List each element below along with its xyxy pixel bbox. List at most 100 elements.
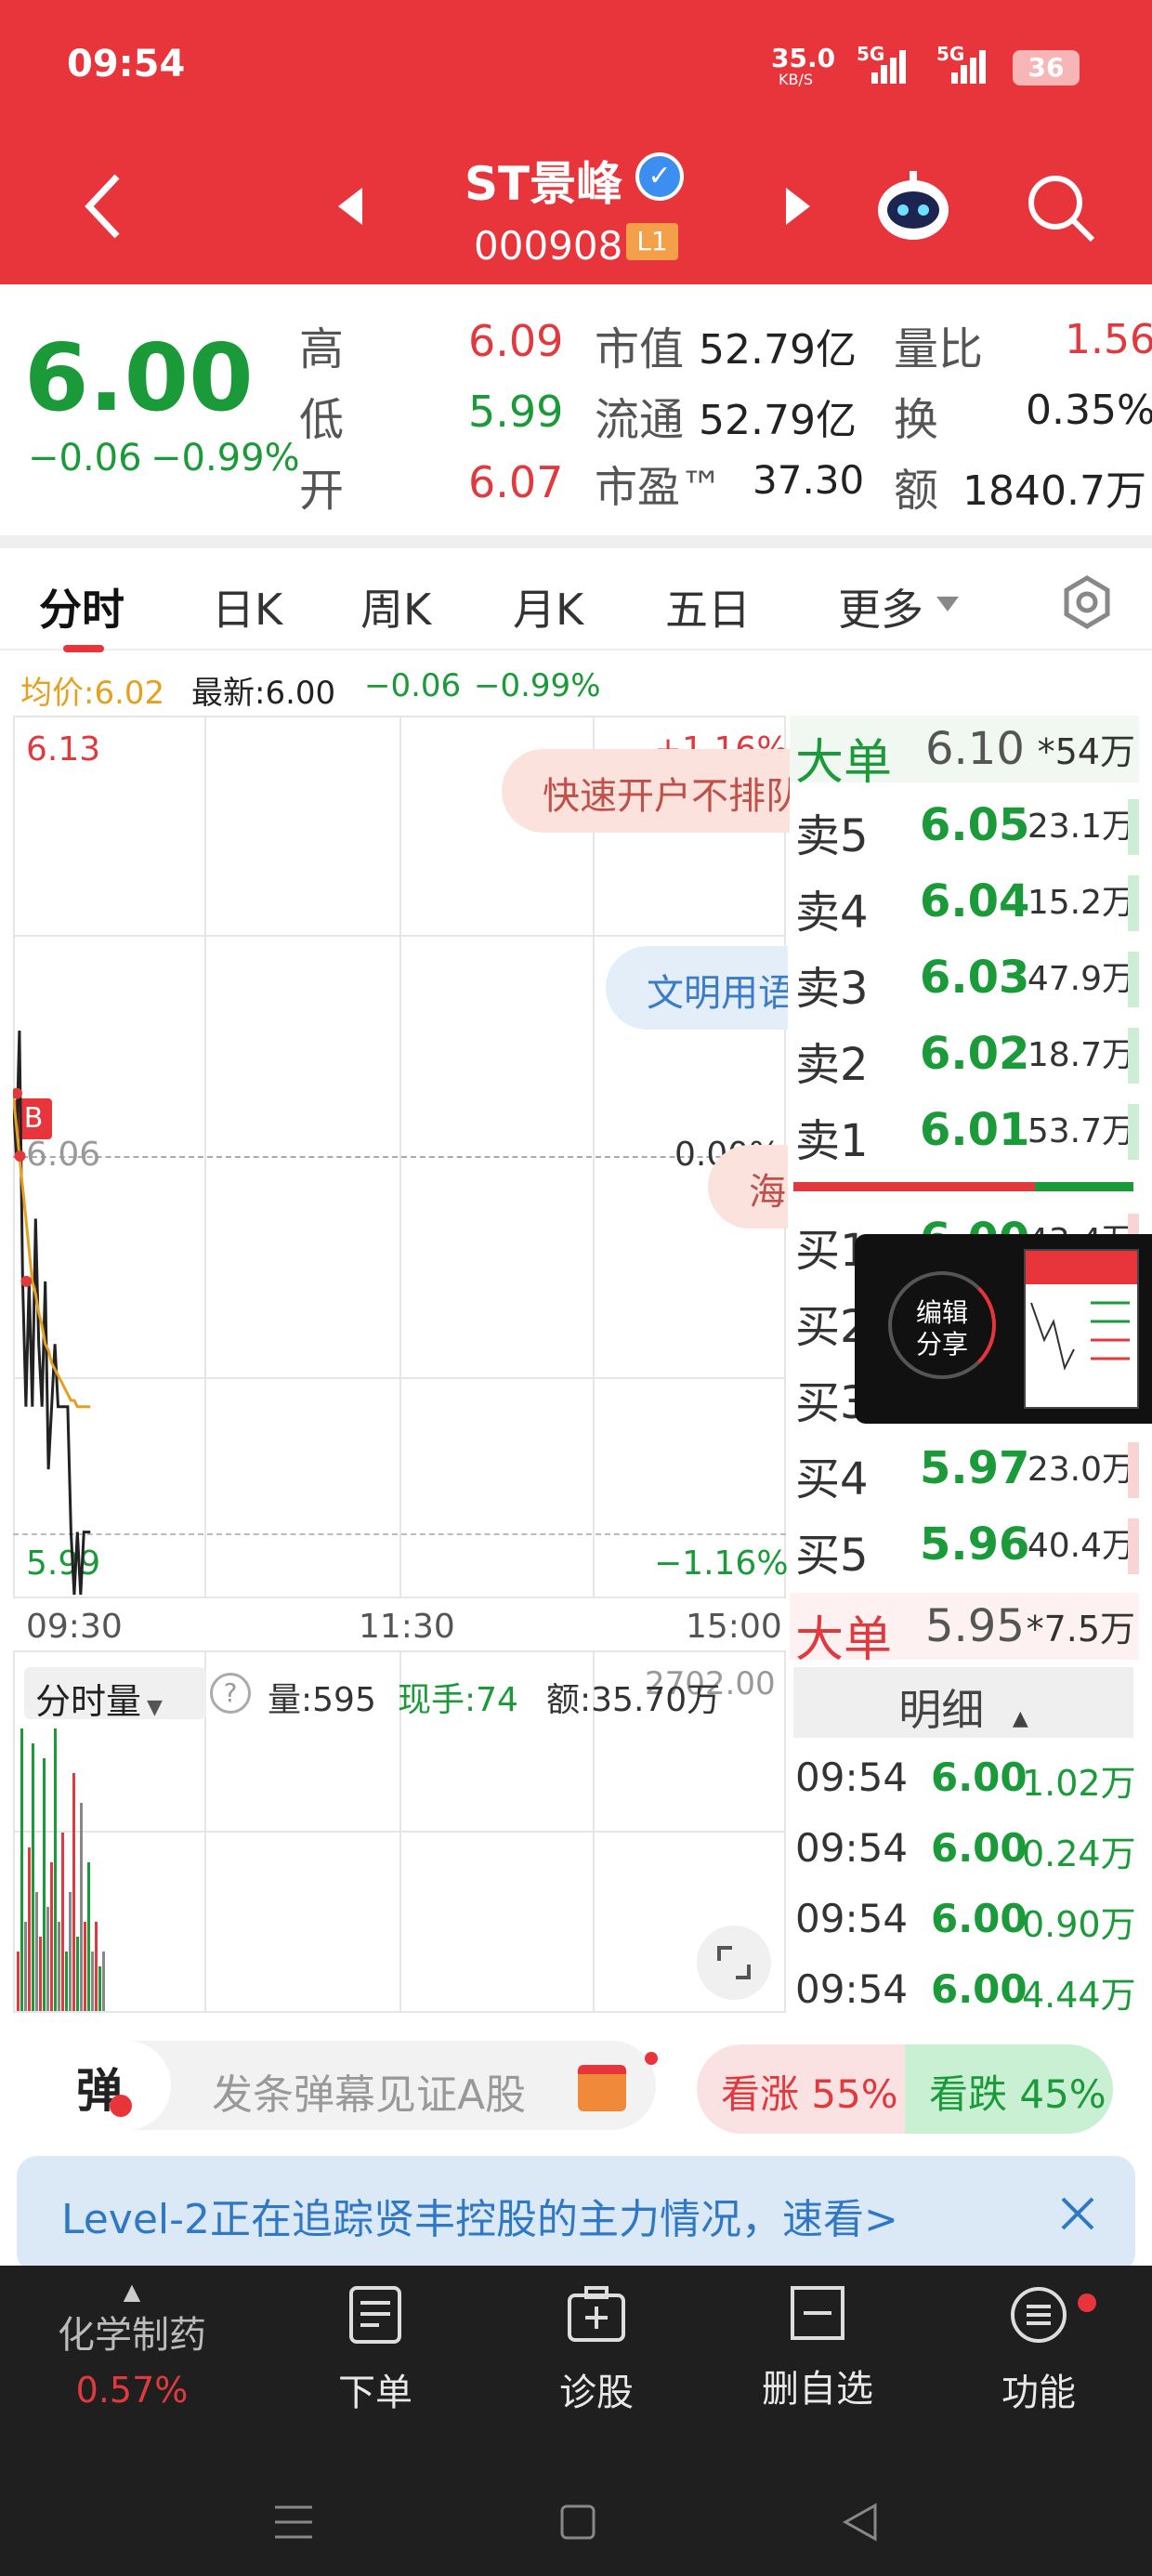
big-buy-vol: *7.5万 xyxy=(1026,1609,1135,1649)
system-home-icon[interactable] xyxy=(559,2504,596,2541)
mcap-label: 市值 xyxy=(595,323,685,375)
price-change: −0.06 xyxy=(28,437,142,480)
low-label: 低 xyxy=(299,394,345,446)
ask-price: 6.05 xyxy=(920,799,1030,851)
ask-volume-bar xyxy=(1128,799,1139,855)
price-change-pct: −0.99% xyxy=(151,437,300,480)
chart-tabs: 分时 日K 周K 月K 五日 更多 xyxy=(0,548,1152,652)
ask-volume: 23.1万 xyxy=(1027,808,1135,846)
active-tab-indicator xyxy=(63,645,104,652)
ask-row: 卖4 6.04 15.2万 xyxy=(790,868,1139,939)
trade-detail-header[interactable]: 明细 ▲ xyxy=(793,1667,1133,1738)
ask-row: 卖5 6.05 23.1万 xyxy=(790,792,1139,862)
settings-icon[interactable] xyxy=(1059,574,1115,630)
turnover-label: 换 xyxy=(894,394,939,446)
banner-text[interactable]: Level-2正在追踪贤丰控股的主力情况，速看> xyxy=(61,2186,898,2245)
volume-bar xyxy=(95,1922,98,2011)
volume-bar xyxy=(72,1773,75,2011)
volume-bar xyxy=(61,1833,64,2011)
trade-price: 6.00 xyxy=(931,1896,1028,1941)
sector-pct: 0.57% xyxy=(75,2370,189,2411)
signal-icon xyxy=(871,50,909,87)
gift-icon[interactable] xyxy=(578,2065,626,2111)
danmu-input[interactable]: 弹 发条弹幕见证A股 xyxy=(39,2041,656,2130)
social-bar: 弹 发条弹幕见证A股 看涨 55% 看跌 45% xyxy=(0,2026,1152,2147)
big-sell-label: 大单 xyxy=(795,735,893,791)
ask-price: 6.03 xyxy=(920,952,1030,1004)
volume-bar xyxy=(50,1862,53,2011)
bottom-nav: ▲ 化学制药 0.57% 下单 诊股 删自选 功能 xyxy=(0,2266,1152,2576)
tab-more[interactable]: 更多 xyxy=(838,576,923,637)
caret-down-icon[interactable] xyxy=(935,595,961,613)
ask-volume-bar xyxy=(1128,952,1139,1007)
signal-icon-2 xyxy=(951,50,988,87)
ask-row: 卖2 6.02 18.7万 xyxy=(790,1020,1139,1091)
trade-volume: 4.44万 xyxy=(1022,1975,1136,2016)
bid-label: 买4 xyxy=(795,1453,869,1505)
menu-icon xyxy=(1011,2287,1067,2343)
nav-diagnose[interactable]: 诊股 xyxy=(504,2284,689,2416)
latest-change-pct: −0.99% xyxy=(474,667,601,704)
tab-intraday[interactable]: 分时 xyxy=(39,576,124,637)
float-value: 52.79亿 xyxy=(699,397,857,444)
ask-price: 6.02 xyxy=(920,1028,1030,1080)
sector-item[interactable]: ▲ 化学制药 0.57% xyxy=(39,2279,225,2411)
mcap-value: 52.79亿 xyxy=(699,326,857,374)
price-line-chart xyxy=(13,1031,91,1596)
tab-five-day[interactable]: 五日 xyxy=(665,576,751,637)
nav-remove-watchlist[interactable]: 删自选 xyxy=(725,2284,910,2412)
current-price: 6.00 xyxy=(24,323,254,432)
nav-diagnose-label: 诊股 xyxy=(559,2372,634,2414)
net-speed-unit: KB/S xyxy=(779,71,814,88)
volume-bar xyxy=(46,1907,49,2011)
status-time: 09:54 xyxy=(67,43,186,85)
time-axis-start: 09:30 xyxy=(26,1608,123,1646)
bid-row: 买4 5.97 23.0万 xyxy=(790,1435,1139,1505)
trade-volume: 0.24万 xyxy=(1022,1833,1136,1874)
back-icon[interactable] xyxy=(80,169,126,243)
volume-bar xyxy=(69,1892,72,2011)
level2-banner[interactable]: Level-2正在追踪贤丰控股的主力情况，速看> xyxy=(17,2156,1135,2273)
nav-order[interactable]: 下单 xyxy=(282,2284,468,2416)
bid-label: 买5 xyxy=(795,1530,869,1582)
big-buy-label: 大单 xyxy=(795,1612,893,1668)
volume-bar xyxy=(20,1728,23,2011)
volume-bar xyxy=(43,1758,46,2011)
sector-name: 化学制药 xyxy=(58,2314,206,2357)
close-icon[interactable] xyxy=(1057,2193,1098,2234)
bullish-vote-button[interactable]: 看涨 55% xyxy=(697,2044,905,2134)
tab-weekly-k[interactable]: 周K xyxy=(360,576,431,637)
tab-monthly-k[interactable]: 月K xyxy=(513,576,583,637)
high-value: 6.09 xyxy=(468,316,564,366)
chart-info-line: 均价:6.02 最新:6.00 −0.06 −0.99% xyxy=(0,654,790,716)
tab-daily-k[interactable]: 日K xyxy=(212,576,282,637)
volume-bar xyxy=(17,1952,20,2011)
nav-functions[interactable]: 功能 xyxy=(946,2284,1132,2416)
next-stock-icon[interactable] xyxy=(784,186,812,227)
system-back-icon[interactable] xyxy=(842,2502,879,2543)
danmu-icon[interactable]: 弹 xyxy=(39,2041,171,2130)
screenshot-thumbnail[interactable] xyxy=(1024,1249,1139,1409)
ask-label: 卖5 xyxy=(795,810,869,862)
trade-price: 6.00 xyxy=(931,1825,1028,1871)
share-float-panel[interactable]: 编辑 分享 xyxy=(855,1234,1152,1424)
float-label: 流通 xyxy=(595,394,685,446)
search-icon[interactable] xyxy=(1024,171,1098,245)
edit-share-button[interactable]: 编辑 分享 xyxy=(888,1271,996,1379)
fullscreen-icon[interactable] xyxy=(697,1925,771,2000)
volume-bar xyxy=(84,1922,86,2011)
share-label: 分享 xyxy=(915,1329,968,1360)
prev-stock-icon[interactable] xyxy=(336,186,364,227)
volume-bar xyxy=(76,1937,79,2011)
trade-time: 09:54 xyxy=(795,1966,909,2012)
bearish-vote-button[interactable]: 看跌 45% xyxy=(905,2044,1113,2134)
ask-price: 6.01 xyxy=(920,1104,1030,1156)
battery-icon: 36 xyxy=(1013,50,1080,85)
volume-bar xyxy=(39,1937,42,2011)
nav-remove-label: 删自选 xyxy=(762,2368,873,2411)
big-buy-order: 大单 5.95 *7.5万 xyxy=(790,1593,1139,1668)
diagnose-icon xyxy=(568,2286,625,2342)
robot-assistant-icon[interactable] xyxy=(873,167,953,247)
system-menu-icon[interactable] xyxy=(273,2504,314,2541)
remove-icon xyxy=(791,2286,844,2340)
